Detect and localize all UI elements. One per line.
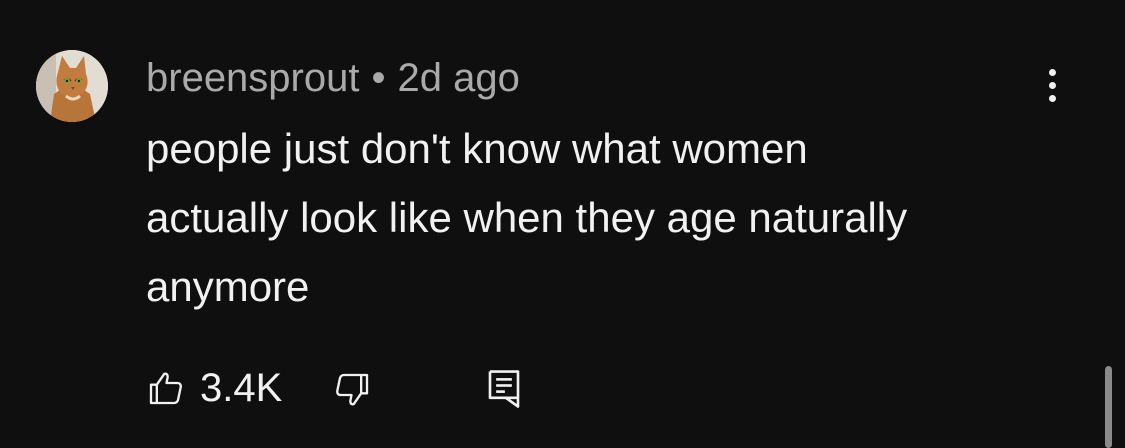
more-vert-icon-dot xyxy=(1048,94,1056,102)
like-count: 3.4K xyxy=(200,365,283,410)
thumbs-up-icon xyxy=(149,372,182,405)
comment-meta: breensprout • 2d ago xyxy=(146,54,520,102)
more-options-button[interactable] xyxy=(1032,60,1072,110)
cat-avatar-icon xyxy=(36,50,108,122)
thumbs-down-icon xyxy=(336,373,369,406)
like-button[interactable]: 3.4K xyxy=(146,360,282,416)
comment-text: people just don't know what women actual… xyxy=(146,125,908,310)
meta-separator: • xyxy=(371,56,386,100)
author-name[interactable]: breensprout xyxy=(146,56,359,100)
reply-button[interactable] xyxy=(486,368,522,415)
reply-comment-icon xyxy=(488,370,520,408)
dislike-button[interactable] xyxy=(332,370,372,415)
scrollbar[interactable] xyxy=(1105,366,1112,448)
comment-timestamp: 2d ago xyxy=(397,56,520,100)
comment: breensprout • 2d ago people just don't kno… xyxy=(0,0,1125,448)
avatar[interactable] xyxy=(36,50,108,122)
more-vert-icon-dot xyxy=(1048,81,1056,89)
more-vert-icon xyxy=(1048,68,1056,76)
